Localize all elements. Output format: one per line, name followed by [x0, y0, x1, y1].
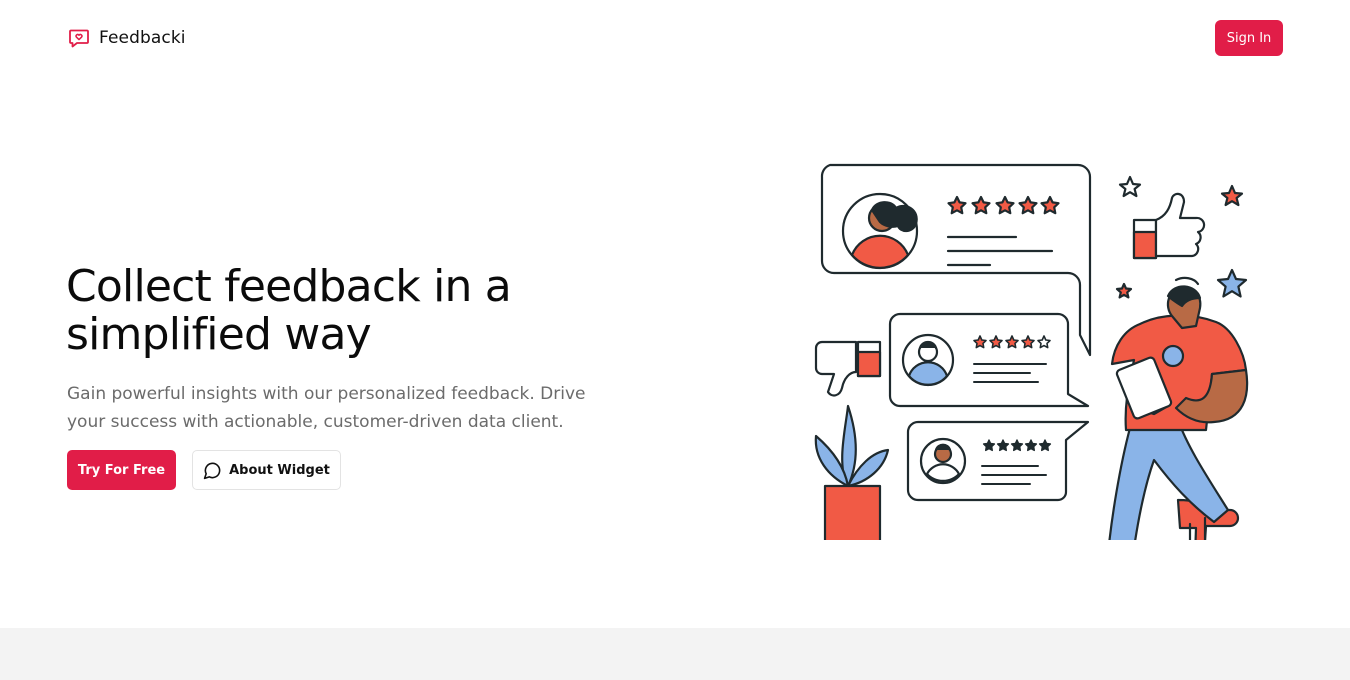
- potted-plant: [814, 404, 890, 540]
- footer-band: [0, 628, 1350, 680]
- navbar: Feedbacki Sign In: [0, 0, 1350, 76]
- star-outline-icon: [1118, 175, 1142, 198]
- brand-name: Feedbacki: [99, 28, 186, 48]
- star-red-icon: [1220, 184, 1244, 207]
- brand-logo-link[interactable]: Feedbacki: [67, 26, 186, 50]
- review-card-lower: [906, 420, 1090, 502]
- feedback-illustration: [814, 163, 1249, 540]
- thumbs-up-icon: [1132, 192, 1206, 260]
- thumbs-down-icon: [814, 340, 882, 397]
- star-small-red-icon: [1115, 282, 1133, 299]
- person-with-tablet: [1108, 276, 1249, 540]
- star-blue-icon: [1216, 268, 1248, 298]
- sign-in-button[interactable]: Sign In: [1215, 20, 1283, 56]
- try-for-free-button[interactable]: Try For Free: [67, 450, 176, 490]
- hero-title: Collect feedback in a simplified way: [66, 261, 512, 360]
- message-circle-icon: [203, 462, 221, 479]
- review-card-middle: [888, 312, 1090, 408]
- hero-subtitle: Gain powerful insights with our personal…: [67, 384, 586, 432]
- about-widget-button[interactable]: About Widget: [192, 450, 341, 490]
- about-widget-label: About Widget: [229, 462, 330, 478]
- chat-heart-icon: [69, 29, 89, 48]
